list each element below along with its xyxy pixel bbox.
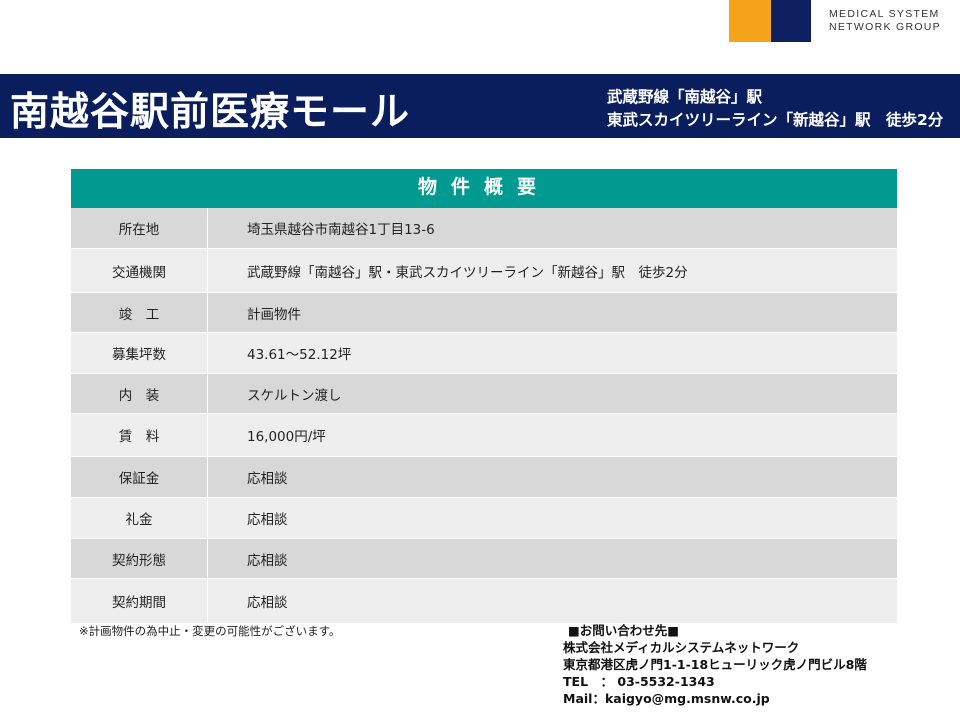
page-title: 南越谷駅前医療モール <box>10 90 411 135</box>
row-value: 計画物件 <box>247 306 301 323</box>
contact-block: ■お問い合わせ先■ 株式会社メディカルシステムネットワーク 東京都港区虎ノ門1-… <box>563 622 867 707</box>
row-value: 武蔵野線「南越谷」駅・東武スカイツリーライン「新越谷」駅 徒歩2分 <box>247 264 688 281</box>
disclaimer-note: ※計画物件の為中止・変更の可能性がございます。 <box>79 624 341 638</box>
row-value: 応相談 <box>247 471 288 487</box>
access-info: 武蔵野線「南越谷」駅 東武スカイツリーライン「新越谷」駅 徒歩2分 <box>607 86 943 132</box>
table-header: 物件概要 <box>71 169 897 208</box>
table-row: 所在地 埼玉県越谷市南越谷1丁目13-6 <box>71 208 897 249</box>
logo-orange-block <box>729 0 771 42</box>
row-label: 保証金 <box>71 457 208 497</box>
contact-title: ■お問い合わせ先■ <box>568 623 680 638</box>
row-label: 賃 料 <box>71 414 208 456</box>
row-label: 竣 工 <box>71 293 208 332</box>
table-row: 保証金 応相談 <box>71 457 897 498</box>
title-banner: 南越谷駅前医療モール 武蔵野線「南越谷」駅 東武スカイツリーライン「新越谷」駅 … <box>0 74 960 138</box>
table-row: 交通機関 武蔵野線「南越谷」駅・東武スカイツリーライン「新越谷」駅 徒歩2分 <box>71 249 897 293</box>
logo-line-2: NETWORK GROUP <box>829 21 941 33</box>
table-row: 契約形態 応相談 <box>71 539 897 579</box>
table-body: 所在地 埼玉県越谷市南越谷1丁目13-6 交通機関 武蔵野線「南越谷」駅・東武スカイツ… <box>71 208 897 624</box>
table-row: 内 装 スケルトン渡し <box>71 374 897 414</box>
contact-company: 株式会社メディカルシステムネットワーク <box>563 640 800 655</box>
row-label: 契約期間 <box>71 579 208 623</box>
table-row: 竣 工 計画物件 <box>71 293 897 333</box>
table-row: 賃 料 16,000円/坪 <box>71 414 897 457</box>
contact-mail: Mail：kaigyo@mg.msnw.co.jp <box>563 691 770 706</box>
row-label: 交通機関 <box>71 249 208 292</box>
table-row: 契約期間 応相談 <box>71 579 897 624</box>
table-row: 礼金 応相談 <box>71 498 897 539</box>
contact-address: 東京都港区虎ノ門1-1-18ヒューリック虎ノ門ビル8階 <box>563 657 867 672</box>
logo-navy-block <box>771 0 811 42</box>
row-value: 応相談 <box>247 595 288 611</box>
table-row: 募集坪数 43.61～52.12坪 <box>71 333 897 374</box>
access-line-1: 武蔵野線「南越谷」駅 <box>607 88 763 106</box>
row-label: 募集坪数 <box>71 333 208 373</box>
company-logo-text: MEDICAL SYSTEM NETWORK GROUP <box>829 8 941 34</box>
row-label: 礼金 <box>71 498 208 538</box>
contact-tel: TEL ： 03-5532-1343 <box>563 674 715 689</box>
row-label: 契約形態 <box>71 539 208 578</box>
row-value: 43.61～52.12坪 <box>247 347 352 363</box>
row-label: 内 装 <box>71 374 208 413</box>
row-value: 埼玉県越谷市南越谷1丁目13-6 <box>247 222 435 238</box>
row-value: スケルトン渡し <box>247 387 342 404</box>
row-value: 応相談 <box>247 512 288 528</box>
row-label: 所在地 <box>71 208 208 248</box>
row-value: 16,000円/坪 <box>247 429 326 445</box>
access-line-2: 東武スカイツリーライン「新越谷」駅 徒歩2分 <box>607 111 944 129</box>
logo-line-1: MEDICAL SYSTEM <box>829 8 940 20</box>
property-overview-table: 物件概要 所在地 埼玉県越谷市南越谷1丁目13-6 交通機関 武蔵野線「南越谷」駅・東… <box>71 169 897 624</box>
row-value: 応相談 <box>247 552 288 569</box>
